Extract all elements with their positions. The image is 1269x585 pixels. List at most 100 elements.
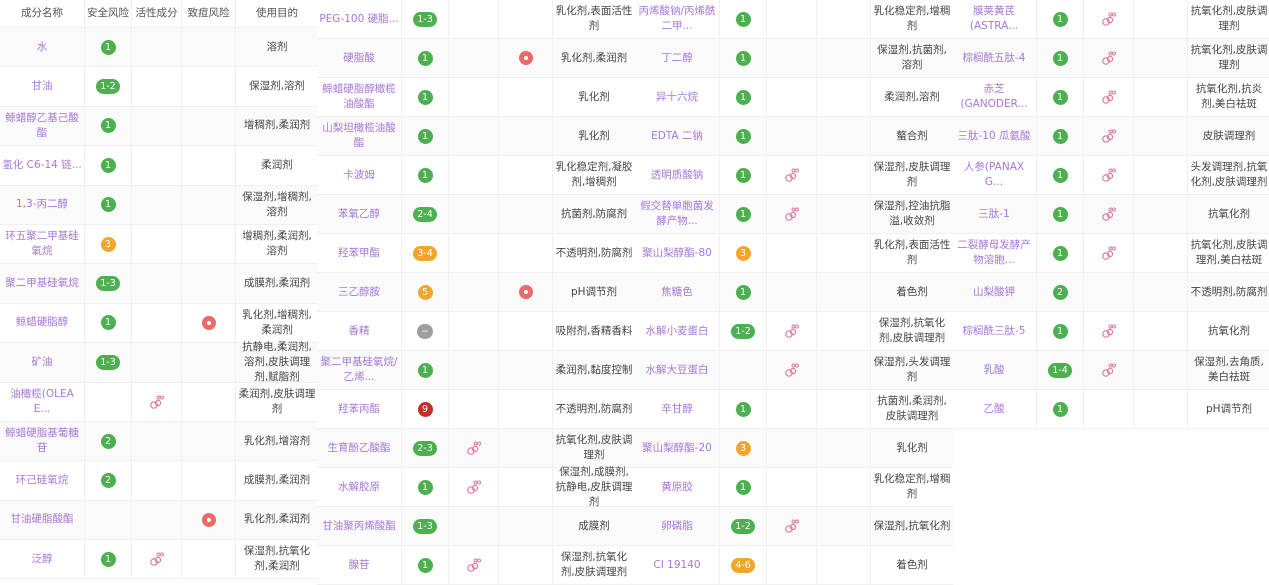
table-row[interactable]: 膜荚黄芪(ASTRA...1抗氧化剂,皮肤调理剂 xyxy=(952,0,1269,39)
ingredient-name-link[interactable]: 三乙醇胺 xyxy=(317,273,402,311)
ingredient-name-link[interactable]: 山梨酸钾 xyxy=(952,273,1037,311)
table-row[interactable]: 山梨坦橄榄油酸酯1乳化剂 xyxy=(317,117,635,156)
ingredient-name-link[interactable]: 乳酸 xyxy=(952,351,1037,389)
ingredient-name-link[interactable]: 丁二醇 xyxy=(635,39,720,77)
table-row[interactable]: 丙烯酸钠/丙烯酰二甲...1乳化稳定剂,增稠剂 xyxy=(635,0,953,39)
table-row[interactable]: 甘油硬脂酸酯乳化剂,柔润剂 xyxy=(0,501,318,540)
ingredient-name-link[interactable]: 山梨坦橄榄油酸酯 xyxy=(317,117,402,155)
ingredient-name-link[interactable]: 透明质酸钠 xyxy=(635,156,720,194)
table-row[interactable]: 乙酸1pH调节剂 xyxy=(952,390,1269,429)
table-row[interactable]: 卡波姆1乳化稳定剂,凝胶剂,增稠剂 xyxy=(317,156,635,195)
ingredient-name-link[interactable]: CI 19140 xyxy=(635,546,720,584)
table-row[interactable]: 水1溶剂 xyxy=(0,28,318,67)
ingredient-name-link[interactable]: 三肽-10 瓜氨酸 xyxy=(952,117,1037,155)
table-row[interactable]: 黄原胶1乳化稳定剂,增稠剂 xyxy=(635,468,953,507)
ingredient-name-link[interactable]: 水解胶原 xyxy=(317,468,402,506)
table-row[interactable]: 1,3-丙二醇1保湿剂,增稠剂,溶剂 xyxy=(0,186,318,225)
ingredient-name-link[interactable]: 二裂酵母发酵产物溶胞... xyxy=(952,234,1037,272)
table-row[interactable]: PEG-100 硬脂...1-3乳化剂,表面活性剂 xyxy=(317,0,635,39)
ingredient-name-link[interactable]: 鲸蜡硬脂基葡糖苷 xyxy=(0,422,85,460)
ingredient-name-link[interactable]: 水 xyxy=(0,28,85,66)
ingredient-name-link[interactable]: 硬脂酸 xyxy=(317,39,402,77)
table-row[interactable]: 丁二醇1保湿剂,抗菌剂,溶剂 xyxy=(635,39,953,78)
ingredient-name-link[interactable]: PEG-100 硬脂... xyxy=(317,0,402,38)
table-row[interactable]: EDTA 二钠1螯合剂 xyxy=(635,117,953,156)
table-row[interactable]: 卵磷脂1-2保湿剂,抗氧化剂 xyxy=(635,507,953,546)
ingredient-name-link[interactable]: 聚二甲基硅氧烷/乙烯... xyxy=(317,351,402,389)
table-row[interactable]: 香精−吸附剂,香精香料 xyxy=(317,312,635,351)
table-row[interactable]: 油橄榄(OLEA E...柔润剂,皮肤调理剂 xyxy=(0,383,318,422)
table-row[interactable]: 辛甘醇1抗菌剂,柔润剂,皮肤调理剂 xyxy=(635,390,953,429)
table-row[interactable]: 人参(PANAX G...1头发调理剂,抗氧化剂,皮肤调理剂 xyxy=(952,156,1269,195)
ingredient-name-link[interactable]: 鲸蜡硬脂醇橄榄油酸酯 xyxy=(317,78,402,116)
ingredient-name-link[interactable]: 聚二甲基硅氧烷 xyxy=(0,264,85,302)
table-row[interactable]: 焦糖色1着色剂 xyxy=(635,273,953,312)
ingredient-name-link[interactable]: 卡波姆 xyxy=(317,156,402,194)
table-row[interactable]: 三肽-11抗氧化剂 xyxy=(952,195,1269,234)
ingredient-name-link[interactable]: 环五聚二甲基硅氧烷 xyxy=(0,225,85,263)
table-row[interactable]: 聚山梨醇酯-203乳化剂 xyxy=(635,429,953,468)
ingredient-name-link[interactable]: 生育酚乙酸酯 xyxy=(317,429,402,467)
ingredient-name-link[interactable]: 丙烯酸钠/丙烯酰二甲... xyxy=(635,0,720,38)
ingredient-name-link[interactable]: 甘油 xyxy=(0,67,85,105)
table-row[interactable]: 硬脂酸1乳化剂,柔润剂 xyxy=(317,39,635,78)
table-row[interactable]: 鲸蜡硬脂醇1乳化剂,增稠剂,柔润剂 xyxy=(0,304,318,343)
table-row[interactable]: 氢化 C6-14 链...1柔润剂 xyxy=(0,146,318,185)
table-row[interactable]: 环五聚二甲基硅氧烷3增稠剂,柔润剂,溶剂 xyxy=(0,225,318,264)
table-row[interactable]: 棕榈酰五肽-41抗氧化剂,皮肤调理剂 xyxy=(952,39,1269,78)
table-row[interactable]: 甘油1-2保湿剂,溶剂 xyxy=(0,67,318,106)
table-row[interactable]: 泛醇1保湿剂,抗氧化剂,柔润剂 xyxy=(0,540,318,579)
table-row[interactable]: 羟苯甲酯3-4不透明剂,防腐剂 xyxy=(317,234,635,273)
ingredient-name-link[interactable]: 甘油硬脂酸酯 xyxy=(0,501,85,539)
ingredient-name-link[interactable]: EDTA 二钠 xyxy=(635,117,720,155)
ingredient-name-link[interactable]: 卵磷脂 xyxy=(635,507,720,545)
table-row[interactable]: 棕榈酰三肽-51抗氧化剂 xyxy=(952,312,1269,351)
ingredient-name-link[interactable]: 黄原胶 xyxy=(635,468,720,506)
ingredient-name-link[interactable]: 鲸蜡硬脂醇 xyxy=(0,304,85,342)
ingredient-name-link[interactable]: 聚山梨醇酯-20 xyxy=(635,429,720,467)
ingredient-name-link[interactable]: 棕榈酰五肽-4 xyxy=(952,39,1037,77)
table-row[interactable]: 鲸蜡硬脂醇橄榄油酸酯1乳化剂 xyxy=(317,78,635,117)
ingredient-name-link[interactable]: 水解大豆蛋白 xyxy=(635,351,720,389)
ingredient-name-link[interactable]: 氢化 C6-14 链... xyxy=(0,146,85,184)
table-row[interactable]: 水解大豆蛋白保湿剂,头发调理剂 xyxy=(635,351,953,390)
table-row[interactable]: CI 191404-6着色剂 xyxy=(635,546,953,585)
ingredient-name-link[interactable]: 腺苷 xyxy=(317,546,402,584)
table-row[interactable]: 乳酸1-4保湿剂,去角质,美白祛斑 xyxy=(952,351,1269,390)
table-row[interactable]: 腺苷1保湿剂,抗氧化剂,皮肤调理剂 xyxy=(317,546,635,585)
ingredient-name-link[interactable]: 水解小麦蛋白 xyxy=(635,312,720,350)
table-row[interactable]: 聚二甲基硅氧烷/乙烯...1柔润剂,黏度控制 xyxy=(317,351,635,390)
table-row[interactable]: 环己硅氧烷2成膜剂,柔润剂 xyxy=(0,461,318,500)
ingredient-name-link[interactable]: 矿油 xyxy=(0,343,85,381)
ingredient-name-link[interactable]: 香精 xyxy=(317,312,402,350)
ingredient-name-link[interactable]: 棕榈酰三肽-5 xyxy=(952,312,1037,350)
ingredient-name-link[interactable]: 三肽-1 xyxy=(952,195,1037,233)
table-row[interactable]: 三乙醇胺5pH调节剂 xyxy=(317,273,635,312)
ingredient-name-link[interactable]: 膜荚黄芪(ASTRA... xyxy=(952,0,1037,38)
ingredient-name-link[interactable]: 假交替单胞菌发酵产物... xyxy=(635,195,720,233)
ingredient-name-link[interactable]: 甘油聚丙烯酸酯 xyxy=(317,507,402,545)
ingredient-name-link[interactable]: 羟苯甲酯 xyxy=(317,234,402,272)
table-row[interactable]: 水解小麦蛋白1-2保湿剂,抗氧化剂,皮肤调理剂 xyxy=(635,312,953,351)
ingredient-name-link[interactable]: 苯氧乙醇 xyxy=(317,195,402,233)
table-row[interactable]: 三肽-10 瓜氨酸1皮肤调理剂 xyxy=(952,117,1269,156)
ingredient-name-link[interactable]: 聚山梨醇酯-80 xyxy=(635,234,720,272)
ingredient-name-link[interactable]: 焦糖色 xyxy=(635,273,720,311)
table-row[interactable]: 聚山梨醇酯-803乳化剂,表面活性剂 xyxy=(635,234,953,273)
ingredient-name-link[interactable]: 鲸蜡醇乙基己酸酯 xyxy=(0,107,85,145)
table-row[interactable]: 生育酚乙酸酯2-3抗氧化剂,皮肤调理剂 xyxy=(317,429,635,468)
table-row[interactable]: 水解胶原1保湿剂,成膜剂,抗静电,皮肤调理剂 xyxy=(317,468,635,507)
table-row[interactable]: 苯氧乙醇2-4抗菌剂,防腐剂 xyxy=(317,195,635,234)
table-row[interactable]: 赤芝(GANODER...1抗氧化剂,抗炎剂,美白祛斑 xyxy=(952,78,1269,117)
ingredient-name-link[interactable]: 1,3-丙二醇 xyxy=(0,186,85,224)
ingredient-name-link[interactable]: 乙酸 xyxy=(952,390,1037,428)
ingredient-name-link[interactable]: 赤芝(GANODER... xyxy=(952,78,1037,116)
table-row[interactable]: 鲸蜡醇乙基己酸酯1增稠剂,柔润剂 xyxy=(0,107,318,146)
table-row[interactable]: 甘油聚丙烯酸酯1-3成膜剂 xyxy=(317,507,635,546)
ingredient-name-link[interactable]: 人参(PANAX G... xyxy=(952,156,1037,194)
ingredient-name-link[interactable]: 异十六烷 xyxy=(635,78,720,116)
table-row[interactable]: 羟苯丙酯9不透明剂,防腐剂 xyxy=(317,390,635,429)
table-row[interactable]: 异十六烷1柔润剂,溶剂 xyxy=(635,78,953,117)
ingredient-name-link[interactable]: 环己硅氧烷 xyxy=(0,461,85,499)
ingredient-name-link[interactable]: 羟苯丙酯 xyxy=(317,390,402,428)
